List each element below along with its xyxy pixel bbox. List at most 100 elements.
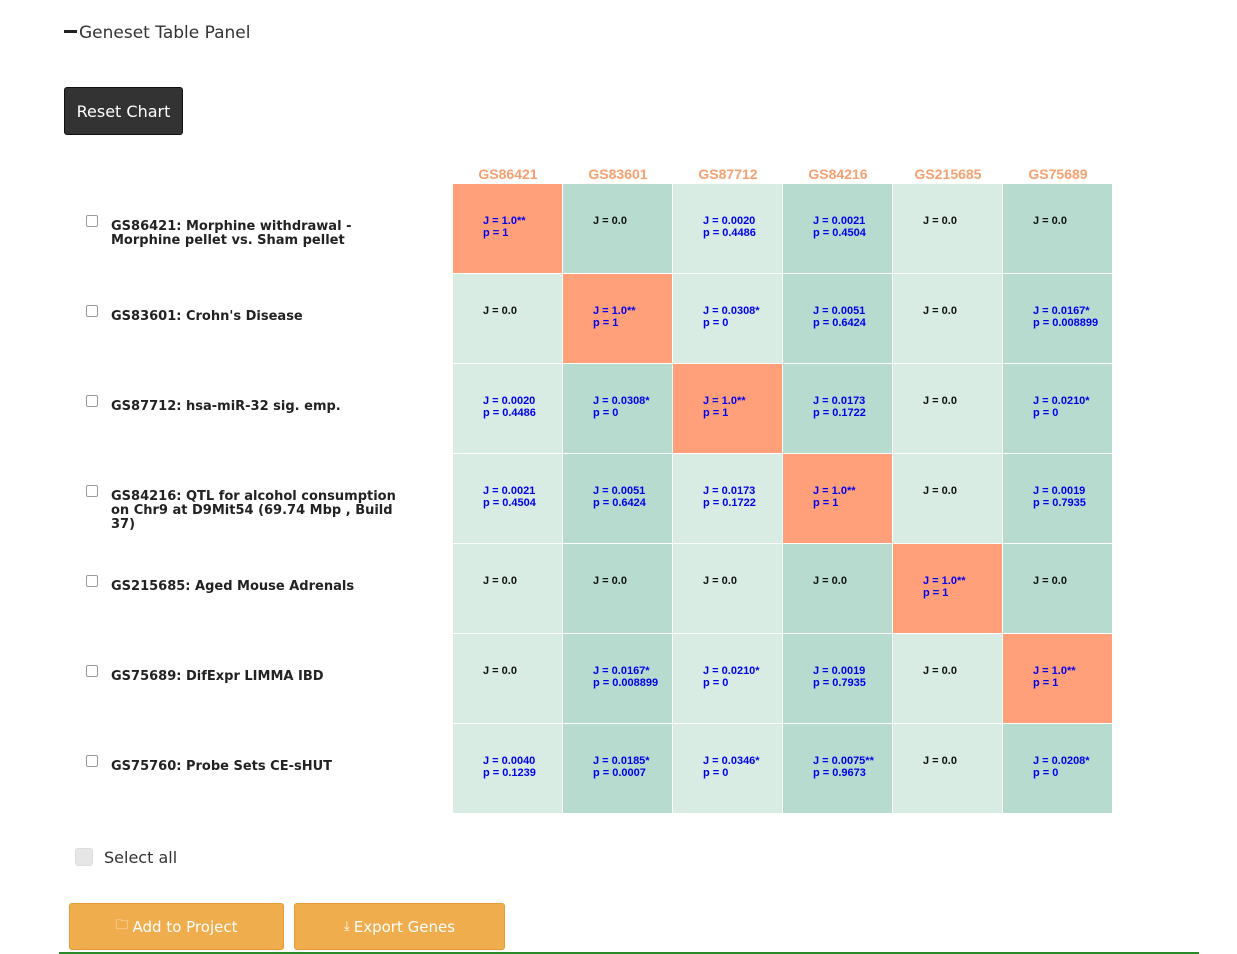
p-value: p = 1 (813, 497, 839, 509)
matrix-cell[interactable]: J = 0.0 (893, 184, 1002, 273)
jaccard-value: J = 0.0 (1033, 575, 1067, 587)
matrix-cell[interactable]: J = 0.0 (563, 544, 672, 633)
matrix-cell[interactable]: J = 0.0040 p = 0.1239 (453, 724, 562, 813)
geneset-label: GS84216: QTL for alcohol consumption on … (111, 489, 396, 532)
matrix-cell-diagonal[interactable]: J = 1.0** p = 1 (673, 364, 782, 453)
p-value: p = 0 (1033, 767, 1059, 779)
matrix-cell[interactable]: J = 0.0346* p = 0 (673, 724, 782, 813)
matrix-cell-diagonal[interactable]: J = 1.0** p = 1 (1003, 634, 1112, 723)
matrix-cell[interactable]: J = 0.0 (893, 454, 1002, 543)
p-value: p = 1 (1033, 677, 1059, 689)
matrix-cell[interactable]: J = 0.0185* p = 0.0007 (563, 724, 672, 813)
matrix-cell[interactable]: J = 0.0 (893, 274, 1002, 363)
p-value: p = 0.0007 (593, 767, 646, 779)
jaccard-value: J = 0.0 (923, 755, 957, 767)
p-value: p = 0.4504 (813, 227, 866, 239)
matrix-cell[interactable]: J = 0.0210* p = 0 (673, 634, 782, 723)
p-value: p = 0 (1033, 407, 1059, 419)
matrix-cell[interactable]: J = 0.0051 p = 0.6424 (563, 454, 672, 543)
matrix-cell-diagonal[interactable]: J = 1.0** p = 1 (783, 454, 892, 543)
matrix-cell[interactable]: J = 0.0210* p = 0 (1003, 364, 1112, 453)
geneset-checkbox[interactable] (86, 665, 98, 677)
p-value: p = 0.6424 (813, 317, 866, 329)
column-header: GS87712 (698, 166, 758, 182)
matrix-cell[interactable]: J = 0.0 (673, 544, 782, 633)
p-value: p = 0.6424 (593, 497, 646, 509)
column-header: GS84216 (808, 166, 868, 182)
p-value: p = 0.008899 (593, 677, 659, 689)
jaccard-value: J = 0.0 (703, 575, 737, 587)
matrix-cell[interactable]: J = 0.0173 p = 0.1722 (783, 364, 892, 453)
matrix-cell[interactable]: J = 0.0075** p = 0.9673 (783, 724, 892, 813)
column-header: GS215685 (914, 166, 982, 182)
p-value: p = 0.9673 (813, 767, 866, 779)
jaccard-value: J = 1.0** (1033, 665, 1076, 677)
geneset-checkbox[interactable] (86, 575, 98, 587)
matrix-cell[interactable]: J = 0.0308* p = 0 (673, 274, 782, 363)
matrix-cell[interactable]: J = 0.0167* p = 0.008899 (1003, 274, 1112, 363)
matrix-cell[interactable]: J = 0.0020 p = 0.4486 (453, 364, 562, 453)
p-value: p = 0.4486 (483, 407, 536, 419)
panel-title[interactable]: Geneset Table Panel (64, 23, 250, 43)
jaccard-value: J = 1.0** (703, 395, 746, 407)
matrix-cell[interactable]: J = 0.0208* p = 0 (1003, 724, 1112, 813)
matrix-cell-diagonal[interactable]: J = 1.0** p = 1 (563, 274, 672, 363)
matrix-cell[interactable]: J = 0.0 (783, 544, 892, 633)
geneset-checkbox[interactable] (86, 485, 98, 497)
jaccard-value: J = 0.0167* (1033, 305, 1090, 317)
jaccard-value: J = 0.0208* (1033, 755, 1090, 767)
matrix-cell[interactable]: J = 0.0 (893, 724, 1002, 813)
geneset-checkbox[interactable] (86, 215, 98, 227)
matrix-cell[interactable]: J = 0.0051 p = 0.6424 (783, 274, 892, 363)
jaccard-value: J = 0.0 (1033, 215, 1067, 227)
jaccard-value: J = 0.0020 (703, 215, 756, 227)
matrix-cell[interactable]: J = 0.0 (563, 184, 672, 273)
matrix-cell-diagonal[interactable]: J = 1.0** p = 1 (893, 544, 1002, 633)
matrix-cell[interactable]: J = 0.0167* p = 0.008899 (563, 634, 672, 723)
matrix-cell[interactable]: J = 0.0021 p = 0.4504 (783, 184, 892, 273)
collapse-icon[interactable] (64, 29, 77, 33)
geneset-label: GS83601: Crohn's Disease (111, 309, 303, 324)
matrix-cell[interactable]: J = 0.0 (1003, 184, 1112, 273)
export-genes-button[interactable]: ⤓ Export Genes (294, 903, 505, 950)
matrix-cell[interactable]: J = 0.0 (893, 634, 1002, 723)
p-value: p = 1 (483, 227, 509, 239)
jaccard-value: J = 0.0173 (813, 395, 866, 407)
matrix-cell[interactable]: J = 0.0019 p = 0.7935 (783, 634, 892, 723)
reset-chart-button[interactable]: Reset Chart (64, 87, 183, 135)
p-value: p = 0.1722 (813, 407, 866, 419)
jaccard-value: J = 0.0346* (703, 755, 760, 767)
column-header: GS75689 (1028, 166, 1088, 182)
jaccard-value: J = 0.0308* (703, 305, 760, 317)
matrix-cell[interactable]: J = 0.0 (893, 364, 1002, 453)
jaccard-value: J = 0.0173 (703, 485, 756, 497)
p-value: p = 0.4486 (703, 227, 756, 239)
geneset-label: GS75689: DifExpr LIMMA IBD (111, 669, 324, 684)
geneset-checkbox[interactable] (86, 305, 98, 317)
jaccard-value: J = 0.0 (923, 395, 957, 407)
matrix-cell[interactable]: J = 0.0173 p = 0.1722 (673, 454, 782, 543)
p-value: p = 0 (703, 677, 729, 689)
matrix-cell[interactable]: J = 0.0020 p = 0.4486 (673, 184, 782, 273)
geneset-checkbox[interactable] (86, 395, 98, 407)
geneset-label: GS215685: Aged Mouse Adrenals (111, 579, 355, 594)
matrix-cell-diagonal[interactable]: J = 1.0** p = 1 (453, 184, 562, 273)
jaccard-value: J = 0.0 (923, 305, 957, 317)
jaccard-value: J = 0.0051 (593, 485, 646, 497)
matrix-cell[interactable]: J = 0.0308* p = 0 (563, 364, 672, 453)
jaccard-value: J = 0.0 (483, 575, 517, 587)
add-to-project-button[interactable]: 🗀 Add to Project (69, 903, 284, 950)
matrix-cell[interactable]: J = 0.0 (453, 544, 562, 633)
panel-title-text: Geneset Table Panel (79, 23, 251, 43)
matrix-cell[interactable]: J = 0.0019 p = 0.7935 (1003, 454, 1112, 543)
p-value: p = 0.7935 (1033, 497, 1086, 509)
matrix-cell[interactable]: J = 0.0 (453, 274, 562, 363)
export-genes-label: Export Genes (353, 917, 456, 936)
geneset-checkbox[interactable] (86, 755, 98, 767)
matrix-cell[interactable]: J = 0.0 (1003, 544, 1112, 633)
matrix-cell[interactable]: J = 0.0 (453, 634, 562, 723)
matrix-cell[interactable]: J = 0.0021 p = 0.4504 (453, 454, 562, 543)
jaccard-value: J = 0.0019 (813, 665, 866, 677)
jaccard-value: J = 0.0 (593, 215, 627, 227)
select-all-checkbox[interactable] (75, 848, 93, 866)
